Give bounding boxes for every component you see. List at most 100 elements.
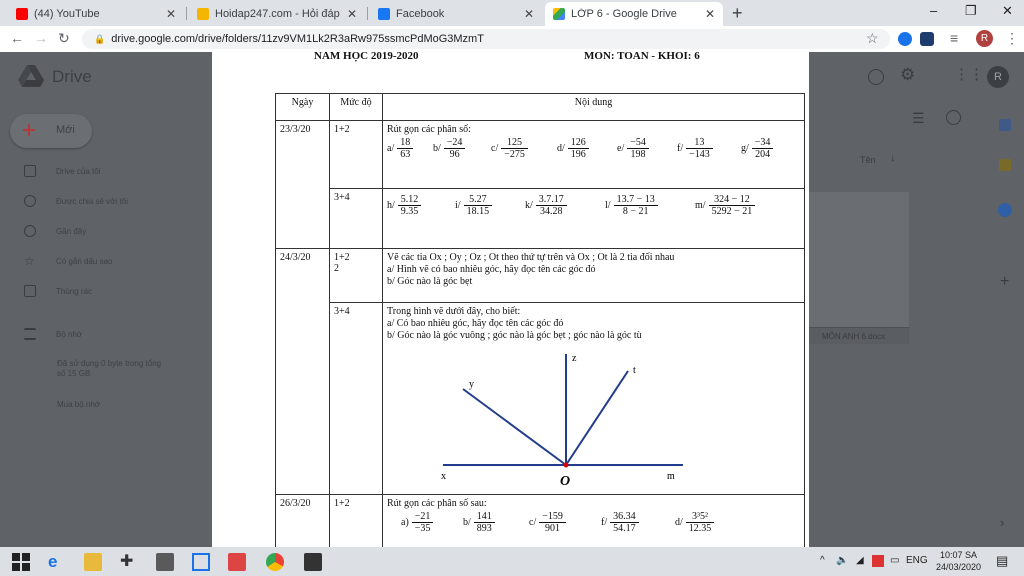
sidebar-item-recent[interactable]: Gần đây [24, 224, 86, 238]
my-drive-icon [24, 165, 36, 177]
notification-icon[interactable]: ▤ [996, 553, 1008, 569]
sidebar-item-my-drive[interactable]: Drive của tôi [24, 164, 100, 178]
account-avatar[interactable]: R [987, 66, 1009, 88]
level-cell: 1+2 [329, 120, 383, 189]
denominator: 901 [545, 523, 561, 534]
tab-title: Hoidap247.com - Hỏi đáp bài tập [215, 8, 343, 20]
clock-time[interactable]: 10:07 SA [940, 550, 977, 560]
denominator: 196 [570, 149, 586, 160]
store-icon[interactable] [156, 553, 174, 571]
menu-icon[interactable]: ⋮ [1005, 30, 1019, 47]
back-icon[interactable]: ← [10, 30, 24, 46]
sidebar-item-trash[interactable]: Thùng rác [24, 284, 92, 298]
language-indicator[interactable]: ENG [906, 555, 928, 566]
fraction-item: f/36.34 54.17 [601, 511, 669, 534]
tab-youtube[interactable]: (44) YouTube ✕ [8, 2, 184, 26]
new-button-label: Mới [56, 124, 75, 136]
denominator: 5292 − 21 [711, 206, 753, 217]
battery-icon[interactable]: ▭ [890, 555, 899, 566]
content-cell: Rút gọn các phân số: a/18 63 b/−24 96 c/12… [382, 120, 805, 189]
close-window-button[interactable]: ✕ [1002, 3, 1013, 19]
security-tray-icon[interactable] [872, 555, 884, 567]
exercise-line: Trong hình vẽ dưới đây, cho biết: [387, 306, 521, 317]
table-row: 24/3/20 1+2 2 Vẽ các tia Ox ; Oy ; Oz ; … [275, 248, 805, 495]
windows-start-icon[interactable] [12, 553, 30, 571]
clock-date[interactable]: 24/03/2020 [936, 562, 981, 572]
fraction-list: a/18 63 b/−24 96 c/125 −275 d/126 196 e/−54 1… [387, 137, 800, 160]
expand-panel-icon[interactable]: › [1000, 515, 1004, 530]
tab-google-drive[interactable]: LỚP 6 - Google Drive ✕ [545, 2, 723, 26]
level-cell: 3+4 [329, 302, 383, 495]
sidebar-item-storage[interactable]: Bộ nhớ [24, 327, 82, 341]
minimize-button[interactable]: – [930, 3, 937, 18]
info-icon[interactable] [946, 110, 961, 125]
settings-gear-icon[interactable]: ⚙ [900, 65, 915, 85]
col-header-level: Mức độ [329, 93, 383, 121]
reading-list-icon[interactable]: ≡ [950, 30, 958, 46]
new-button[interactable]: + Mới [10, 114, 92, 148]
tab-hoidap247[interactable]: Hoidap247.com - Hỏi đáp bài tập ✕ [189, 2, 365, 26]
fraction: 18 63 [397, 137, 414, 160]
profile-avatar[interactable]: R [976, 30, 993, 47]
numerator: 3³5² [685, 511, 715, 523]
denominator: 8 − 21 [622, 206, 649, 217]
tab-divider [186, 7, 187, 20]
tab-facebook[interactable]: Facebook ✕ [370, 2, 542, 26]
apps-grid-icon[interactable]: ⋮⋮ [954, 65, 984, 83]
help-icon[interactable] [868, 69, 884, 85]
network-icon[interactable]: ◢ [856, 555, 864, 566]
file-name[interactable]: MÔN ANH 6.docx [822, 332, 885, 341]
close-tab-icon[interactable]: ✕ [524, 7, 534, 21]
extension-icon[interactable] [920, 32, 934, 46]
lock-icon: 🔒 [94, 33, 106, 44]
url-text: drive.google.com/drive/folders/11zv9VM1L… [111, 33, 484, 45]
hoidap-icon [197, 8, 209, 20]
fraction-label: m/ [695, 200, 706, 211]
list-view-icon[interactable]: ☰ [912, 110, 925, 127]
chrome-icon[interactable] [266, 553, 284, 571]
windows-taskbar: e ✚ ^ 🔈 ◢ ▭ ENG 10:07 SA 24/03/2020 ▤ [0, 547, 1024, 576]
table-row: 23/3/20 1+2 Rút gọn các phân số: a/18 63 … [275, 120, 805, 249]
storage-icon [24, 328, 36, 340]
security-icon[interactable]: ✚ [120, 553, 138, 571]
fraction-item: f/13 −143 [677, 137, 737, 160]
app-icon[interactable] [228, 553, 246, 571]
extension-icon[interactable] [898, 32, 912, 46]
sort-name-label[interactable]: Tên [860, 155, 876, 165]
tasks-icon[interactable] [998, 203, 1012, 217]
sidebar-item-starred[interactable]: ☆ Có gắn dấu sao [24, 254, 113, 268]
buy-storage-link[interactable]: Mua bộ nhớ [57, 400, 100, 410]
volume-icon[interactable]: 🔈 [836, 555, 848, 566]
close-tab-icon[interactable]: ✕ [166, 7, 176, 21]
edge-icon[interactable]: e [48, 553, 66, 571]
facebook-icon [378, 8, 390, 20]
add-addon-icon[interactable]: + [1000, 273, 1009, 291]
fraction-item: c/125 −275 [491, 137, 551, 160]
fraction-label: f/ [677, 143, 684, 154]
storage-used-text: Đã sử dụng 0 byte trong tổng số 15 GB [57, 359, 162, 378]
photos-icon[interactable] [304, 553, 322, 571]
restore-button[interactable]: ❐ [965, 3, 977, 19]
sidebar-item-shared[interactable]: Được chia sẻ với tôi [24, 194, 128, 208]
address-bar[interactable]: 🔒 drive.google.com/drive/folders/11zv9VM… [82, 29, 890, 49]
fraction: −159 901 [539, 511, 566, 534]
label-x: x [441, 471, 446, 482]
file-thumbnail[interactable] [809, 192, 909, 332]
fraction-label: d/ [557, 143, 565, 154]
reload-icon[interactable]: ↻ [58, 30, 70, 47]
new-tab-button[interactable]: + [732, 3, 743, 24]
close-tab-icon[interactable]: ✕ [347, 7, 357, 21]
bookmark-star-icon[interactable]: ☆ [866, 30, 879, 47]
close-tab-icon[interactable]: ✕ [705, 7, 715, 21]
numerator: 125 [501, 137, 528, 149]
calendar-icon[interactable] [999, 119, 1011, 131]
fraction-item: h/5.12 9.35 [387, 194, 447, 217]
file-explorer-icon[interactable] [84, 553, 102, 571]
sort-arrow-icon[interactable]: ↓ [890, 152, 896, 164]
forward-icon[interactable]: → [34, 30, 48, 46]
mail-icon[interactable] [192, 553, 210, 571]
fraction-label: e/ [617, 143, 625, 154]
keep-icon[interactable] [999, 159, 1011, 171]
tray-chevron-icon[interactable]: ^ [820, 555, 825, 566]
numerator: 13 [686, 137, 713, 149]
